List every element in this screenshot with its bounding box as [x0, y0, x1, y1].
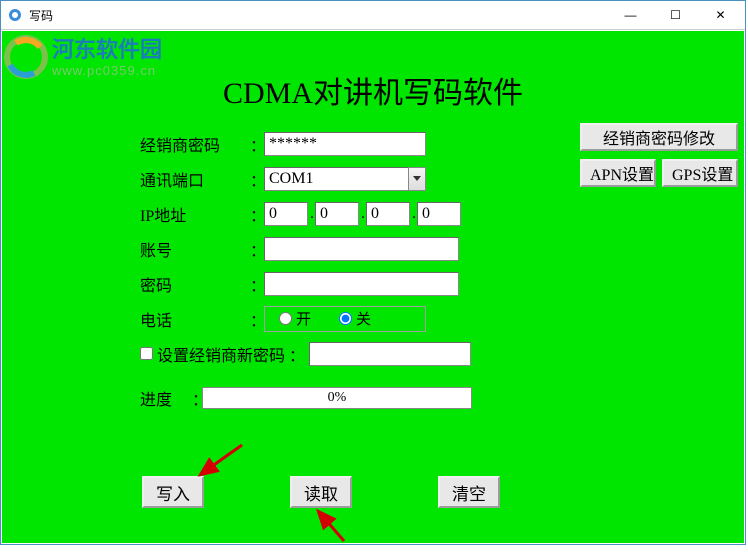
arrow-annotation-icon	[308, 505, 358, 555]
label-progress: 进度	[140, 386, 192, 410]
radio-on-label[interactable]: 开	[279, 308, 311, 329]
minimize-button[interactable]: —	[608, 1, 653, 29]
write-button[interactable]: 写入	[142, 476, 204, 508]
label-phone: 电话	[140, 307, 250, 331]
account-input[interactable]	[264, 237, 459, 261]
progress-value: 0%	[328, 390, 347, 406]
dealer-pwd-input[interactable]	[264, 132, 426, 156]
modify-dealer-pwd-button[interactable]: 经销商密码修改	[580, 123, 738, 151]
progress-bar: 0%	[202, 387, 472, 409]
label-password: 密码	[140, 272, 250, 296]
read-button[interactable]: 读取	[290, 476, 352, 508]
clear-button[interactable]: 清空	[438, 476, 500, 508]
ip-octet-3[interactable]	[366, 202, 410, 226]
main-title: CDMA对讲机写码软件	[2, 68, 744, 112]
new-dealer-pwd-input[interactable]	[309, 342, 471, 366]
radio-off-label[interactable]: 关	[339, 308, 371, 329]
ip-octet-2[interactable]	[315, 202, 359, 226]
svg-text:河东软件园: 河东软件园	[52, 37, 162, 62]
close-button[interactable]: ✕	[698, 1, 743, 29]
titlebar: 写码 — ☐ ✕	[1, 1, 745, 30]
port-dropdown-icon[interactable]	[408, 167, 426, 191]
label-ip: IP地址	[140, 202, 250, 226]
apn-settings-button[interactable]: APN设置	[580, 159, 656, 187]
radio-off[interactable]	[339, 312, 352, 325]
phone-radio-group: 开 关	[264, 306, 426, 332]
password-input[interactable]	[264, 272, 459, 296]
port-select[interactable]	[264, 167, 426, 191]
label-new-dealer-pwd: 设置经销商新密码	[157, 342, 285, 366]
ip-octet-1[interactable]	[264, 202, 308, 226]
label-port: 通讯端口	[140, 167, 250, 191]
gps-settings-button[interactable]: GPS设置	[662, 159, 738, 187]
window-title: 写码	[29, 7, 53, 24]
radio-on[interactable]	[279, 312, 292, 325]
maximize-button[interactable]: ☐	[653, 1, 698, 29]
port-value[interactable]	[264, 167, 408, 191]
set-new-dealer-pwd-checkbox[interactable]	[140, 347, 153, 360]
client-area: 河东软件园 www.pc0359.cn CDMA对讲机写码软件 经销商密码 ： …	[2, 31, 744, 543]
app-icon	[7, 7, 23, 23]
label-dealer-pwd: 经销商密码	[140, 132, 250, 156]
ip-octet-4[interactable]	[417, 202, 461, 226]
label-account: 账号	[140, 237, 250, 261]
